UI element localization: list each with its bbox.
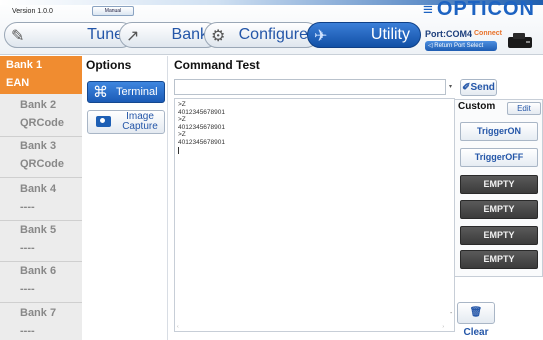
bank-name: Bank 7 xyxy=(20,307,57,319)
output-lines: >Z 4012345678901 >Z 4012345678901 >Z 401… xyxy=(178,101,225,155)
return-port-select-button[interactable]: ◁ Return Port Select xyxy=(425,41,497,51)
command-output[interactable]: >Z 4012345678901 >Z 4012345678901 >Z 401… xyxy=(174,98,455,332)
custom-button-empty-4[interactable]: EMPTY xyxy=(460,250,538,269)
bank-code: QRCode xyxy=(20,117,64,129)
output-horizontal-scrollbar[interactable]: ‹ › xyxy=(175,324,454,331)
options-title: Options xyxy=(86,58,132,72)
bank-code: QRCode xyxy=(20,158,64,170)
brand-name: OPTICON xyxy=(436,0,535,20)
connection-status: Connect xyxy=(474,30,502,37)
gear-icon: ⚙ xyxy=(211,28,226,45)
bank-name: Bank 2 xyxy=(20,99,57,111)
bank-item-3[interactable]: Bank 3 QRCode xyxy=(0,137,82,175)
output-line: >Z xyxy=(178,131,186,139)
port-panel: Port:COM4 Connect ◁ Return Port Select xyxy=(425,29,502,51)
port-label: Port:COM4 xyxy=(425,29,472,39)
terminal-button[interactable]: ⌘ Terminal xyxy=(87,81,165,103)
image-capture-label: Image Capture xyxy=(122,111,158,132)
brand-logo: ≡ OPTICON xyxy=(423,0,535,21)
terminal-label: Terminal xyxy=(116,86,158,98)
command-key-icon: ⌘ xyxy=(93,84,108,101)
command-input[interactable] xyxy=(174,79,446,95)
bank-name: Bank 1 xyxy=(6,59,43,71)
custom-commands-panel: Custom Edit TriggerON TriggerOFF EMPTY E… xyxy=(454,99,543,277)
options-panel: Options ⌘ Terminal Image Capture xyxy=(82,56,168,340)
command-history-dropdown[interactable]: ▾ xyxy=(446,79,455,95)
custom-button-empty-2[interactable]: EMPTY xyxy=(460,200,538,219)
output-line: 4012345678901 xyxy=(178,108,225,116)
menu-icon[interactable]: ≡ xyxy=(423,0,434,19)
custom-button-empty-3[interactable]: EMPTY xyxy=(460,226,538,245)
custom-title: Custom xyxy=(458,101,496,112)
send-button[interactable]: ✐Send xyxy=(460,79,497,96)
tab-configure-label: Configure xyxy=(238,26,308,43)
scroll-right-icon[interactable]: › xyxy=(442,324,444,330)
scanner-device-icon xyxy=(508,33,532,48)
custom-button-trigger-on[interactable]: TriggerON xyxy=(460,122,538,141)
tab-utility[interactable]: ✈ Utility xyxy=(307,22,421,48)
bank-name: Bank 4 xyxy=(20,183,57,195)
bank-list: Bank 1 EAN Bank 2 QRCode Bank 3 QRCode B… xyxy=(0,56,82,340)
bank-name: Bank 6 xyxy=(20,265,57,277)
manual-button[interactable]: Manual xyxy=(92,6,134,16)
bank-code: EAN xyxy=(6,77,30,89)
bank-code: ---- xyxy=(20,201,35,213)
tab-utility-label: Utility xyxy=(370,26,410,43)
output-line: >Z xyxy=(178,101,186,108)
edit-custom-button[interactable]: Edit xyxy=(507,102,541,115)
bank-item-2[interactable]: Bank 2 QRCode xyxy=(0,96,82,134)
bank-name: Bank 3 xyxy=(20,140,57,152)
bank-item-6[interactable]: Bank 6 ---- xyxy=(0,262,82,300)
trash-icon: 🗑 xyxy=(469,307,483,318)
bank-code: ---- xyxy=(20,242,35,254)
command-test-title: Command Test xyxy=(174,58,260,72)
bank-code: ---- xyxy=(20,283,35,295)
bank-item-5[interactable]: Bank 5 ---- xyxy=(0,221,82,259)
utility-icon: ✈ xyxy=(314,28,328,45)
bank-code: ---- xyxy=(20,325,35,337)
tab-bank-label: Bank xyxy=(171,26,208,43)
camera-icon xyxy=(96,116,111,127)
divider xyxy=(0,177,82,178)
bank-item-1[interactable]: Bank 1 EAN xyxy=(0,56,82,94)
main-tabs: ✎ Tune ↗ Bank ⚙ Configure ✈ Utility xyxy=(4,20,424,50)
output-line: 4012345678901 xyxy=(178,138,225,146)
header-bar: Version 1.0.0 Manual ≡ OPTICON ✎ Tune ↗ B… xyxy=(0,0,543,55)
scroll-left-icon[interactable]: ‹ xyxy=(177,324,179,330)
custom-button-trigger-off[interactable]: TriggerOFF xyxy=(460,148,538,167)
bank-item-7[interactable]: Bank 7 ---- xyxy=(0,304,82,340)
tab-tune[interactable]: ✎ Tune xyxy=(4,22,134,48)
output-line: >Z xyxy=(178,116,186,124)
image-capture-button[interactable]: Image Capture xyxy=(87,110,165,134)
bank-name: Bank 5 xyxy=(20,224,57,236)
send-label: Send xyxy=(470,82,495,93)
tab-configure[interactable]: ⚙ Configure xyxy=(204,22,319,48)
bank-icon: ↗ xyxy=(126,28,140,45)
tuner-icon: ✎ xyxy=(11,28,25,45)
tab-tune-label: Tune xyxy=(87,26,123,43)
output-line: 4012345678901 xyxy=(178,123,225,131)
clear-button[interactable]: 🗑 Clear xyxy=(457,302,495,338)
bank-item-4[interactable]: Bank 4 ---- xyxy=(0,180,82,218)
clear-label: Clear xyxy=(463,327,489,338)
divider xyxy=(0,302,82,303)
return-port-label: Return Port Select xyxy=(434,43,484,49)
text-cursor xyxy=(178,146,179,155)
custom-button-empty-1[interactable]: EMPTY xyxy=(460,175,538,194)
divider: - xyxy=(450,310,453,317)
version-label: Version 1.0.0 xyxy=(12,8,53,15)
